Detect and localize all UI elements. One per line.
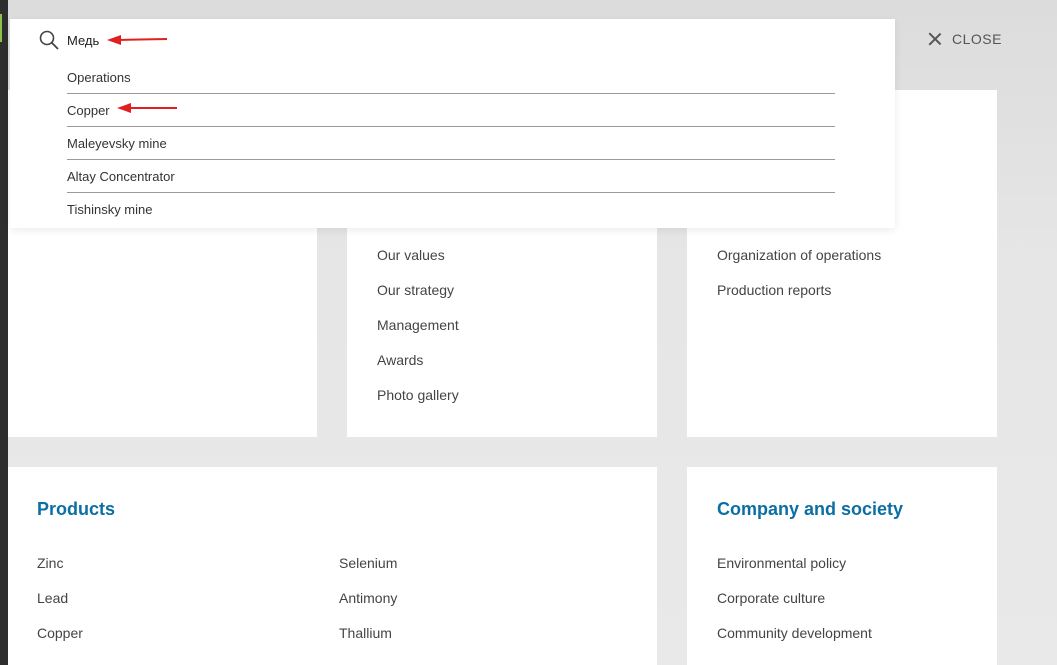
link-organization-of-operations[interactable]: Organization of operations	[717, 247, 881, 263]
link-antimony[interactable]: Antimony	[339, 590, 397, 606]
suggestion-operations[interactable]: Operations	[67, 61, 835, 94]
link-community-development[interactable]: Community development	[717, 625, 872, 641]
link-management[interactable]: Management	[377, 317, 459, 333]
company-society-heading[interactable]: Company and society	[717, 499, 903, 520]
link-our-strategy[interactable]: Our strategy	[377, 282, 454, 298]
link-selenium[interactable]: Selenium	[339, 555, 397, 571]
suggestion-label: Tishinsky mine	[67, 201, 153, 217]
annotation-arrow-input	[107, 35, 168, 45]
suggestion-tishinsky-mine[interactable]: Tishinsky mine	[67, 193, 835, 225]
suggestion-label: Altay Concentrator	[67, 168, 175, 184]
link-photo-gallery[interactable]: Photo gallery	[377, 387, 459, 403]
background-window-edge	[0, 0, 8, 665]
search-panel: Operations Copper Maleyevsky mine Altay …	[10, 19, 895, 228]
suggestion-label: Copper	[67, 102, 110, 118]
suggestion-label: Maleyevsky mine	[67, 135, 167, 151]
search-icon[interactable]	[38, 29, 60, 51]
close-button[interactable]: CLOSE	[928, 28, 1002, 50]
card-products: Products Zinc Lead Copper Selenium Antim…	[8, 467, 657, 665]
suggestion-altay-concentrator[interactable]: Altay Concentrator	[67, 160, 835, 193]
link-corporate-culture[interactable]: Corporate culture	[717, 590, 825, 606]
card-company-society: Company and society Environmental policy…	[687, 467, 997, 665]
suggestion-label: Operations	[67, 69, 131, 85]
close-label: CLOSE	[952, 31, 1002, 47]
suggestion-copper[interactable]: Copper	[67, 94, 835, 127]
link-thallium[interactable]: Thallium	[339, 625, 392, 641]
annotation-arrow-copper	[117, 103, 177, 113]
link-lead[interactable]: Lead	[37, 590, 68, 606]
link-production-reports[interactable]: Production reports	[717, 282, 831, 298]
link-awards[interactable]: Awards	[377, 352, 423, 368]
products-heading[interactable]: Products	[37, 499, 115, 520]
close-icon	[928, 32, 942, 46]
link-our-values[interactable]: Our values	[377, 247, 445, 263]
link-environmental-policy[interactable]: Environmental policy	[717, 555, 846, 571]
link-copper-product[interactable]: Copper	[37, 625, 83, 641]
link-zinc[interactable]: Zinc	[37, 555, 63, 571]
background-accent	[0, 14, 2, 42]
suggestion-maleyevsky-mine[interactable]: Maleyevsky mine	[67, 127, 835, 160]
